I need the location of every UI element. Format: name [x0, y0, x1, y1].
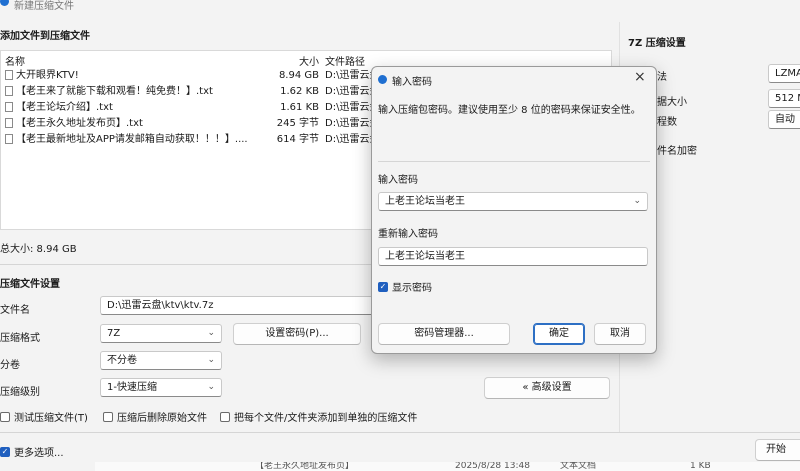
delete-source-checkbox[interactable] — [103, 412, 113, 422]
file-name: 【老王最新地址及APP请发邮箱自动获取！！！】.... — [16, 134, 248, 145]
reenter-password-input[interactable]: 上老王论坛当老王 — [378, 247, 648, 266]
method-select[interactable]: LZMA — [768, 64, 800, 83]
separate-archives-label: 把每个文件/文件夹添加到单独的压缩文件 — [234, 413, 418, 424]
advanced-settings-button[interactable]: « 高级设置 — [484, 377, 610, 399]
password-dialog: 输入密码 × 输入压缩包密码。建议使用至少 8 位的密码来保证安全性。 输入密码… — [371, 66, 657, 354]
method-label: 法 — [657, 72, 667, 83]
bg-file-type: 文本文档 — [560, 462, 597, 471]
format-select[interactable]: 7Z ⌄ — [100, 324, 222, 343]
column-header-path[interactable]: 文件路径 — [325, 53, 365, 68]
test-archive-label: 测试压缩文件(T) — [14, 413, 88, 424]
chevron-down-icon: ⌄ — [207, 355, 215, 365]
chevron-down-icon[interactable]: ⌄ — [633, 193, 641, 210]
split-select[interactable]: 不分卷 ⌄ — [100, 351, 222, 370]
password-label: 输入密码 — [378, 175, 418, 186]
encrypt-names-label: 件名加密 — [657, 146, 697, 157]
column-header-name[interactable]: 名称 — [5, 53, 25, 68]
separate-archives-checkbox[interactable] — [220, 412, 230, 422]
dictionary-label: 据大小 — [657, 97, 687, 108]
dictionary-select[interactable]: 512 M — [768, 89, 800, 108]
file-icon — [5, 118, 13, 128]
show-password-option[interactable]: ✓ 显示密码 — [378, 279, 432, 294]
delete-source-label: 压缩后删除原始文件 — [117, 413, 207, 424]
file-size: 8.94 GB — [278, 70, 319, 81]
dialog-description: 输入压缩包密码。建议使用至少 8 位的密码来保证安全性。 — [378, 105, 641, 116]
format-label: 压缩格式 — [0, 333, 40, 344]
split-label: 分卷 — [0, 360, 20, 371]
compress-settings-heading: 压缩文件设置 — [0, 279, 60, 290]
split-value: 不分卷 — [107, 355, 137, 366]
set-password-button[interactable]: 设置密码(P)... — [233, 323, 361, 345]
total-size: 总大小: 8.94 GB — [0, 244, 77, 255]
window-titlebar: 新建压缩文件 — [0, 0, 800, 14]
dialog-title: 输入密码 — [392, 77, 432, 88]
file-size: 614 字节 — [276, 134, 319, 145]
file-icon — [5, 134, 13, 144]
chevron-down-icon: ⌄ — [207, 382, 215, 392]
ok-button[interactable]: 确定 — [533, 323, 585, 345]
bg-file-size: 1 KB — [690, 462, 711, 471]
threads-label: 程数 — [657, 117, 677, 128]
file-size: 1.61 KB — [280, 102, 319, 113]
filename-input[interactable]: D:\迅雷云盘\ktv\ktv.7z — [100, 296, 380, 315]
show-password-checkbox[interactable]: ✓ — [378, 282, 388, 292]
file-name: 【老王论坛介绍】.txt — [16, 102, 113, 113]
files-heading: 添加文件到压缩文件 — [0, 31, 90, 42]
close-icon[interactable]: × — [634, 69, 646, 85]
format-value: 7Z — [107, 328, 121, 339]
more-options-label: 更多选项... — [14, 448, 64, 459]
level-value: 1-快速压缩 — [107, 382, 157, 393]
window-title: 新建压缩文件 — [14, 1, 74, 12]
separate-archives-option[interactable]: 把每个文件/文件夹添加到单独的压缩文件 — [220, 409, 417, 424]
test-archive-option[interactable]: 测试压缩文件(T) — [0, 409, 88, 424]
test-archive-checkbox[interactable] — [0, 412, 10, 422]
filename-label: 文件名 — [0, 305, 30, 316]
dialog-app-icon — [378, 75, 387, 84]
bg-file-name: 【老王永久地址发布页】 — [255, 462, 355, 471]
threads-select[interactable]: 自动 — [768, 110, 800, 129]
password-input[interactable]: 上老王论坛当老王 ⌄ — [378, 192, 648, 211]
app-icon — [0, 0, 9, 6]
password-value: 上老王论坛当老王 — [385, 196, 465, 207]
bg-file-date: 2025/8/28 13:48 — [455, 462, 530, 471]
file-size: 1.62 KB — [280, 86, 319, 97]
file-name: 大开眼界KTV! — [16, 70, 79, 81]
more-options-checkbox[interactable]: ✓ — [0, 447, 10, 457]
dialog-divider — [378, 161, 650, 162]
column-header-size[interactable]: 大小 — [291, 53, 319, 68]
file-size: 245 字节 — [276, 118, 319, 129]
reenter-password-label: 重新输入密码 — [378, 229, 438, 240]
start-button[interactable]: 开始 — [755, 439, 800, 461]
delete-source-option[interactable]: 压缩后删除原始文件 — [103, 409, 207, 424]
background-file-row: 【老王永久地址发布页】 2025/8/28 13:48 文本文档 1 KB — [95, 462, 800, 471]
file-icon — [5, 86, 13, 96]
level-select[interactable]: 1-快速压缩 ⌄ — [100, 378, 222, 397]
file-name: 【老王永久地址发布页】.txt — [16, 118, 143, 129]
file-icon — [5, 70, 13, 80]
file-name: 【老王来了就能下载和观看！纯免费！】.txt — [16, 86, 213, 97]
chevron-down-icon: ⌄ — [207, 328, 215, 338]
more-options-toggle[interactable]: ✓ 更多选项... — [0, 444, 64, 459]
file-icon — [5, 102, 13, 112]
show-password-label: 显示密码 — [392, 283, 432, 294]
level-label: 压缩级别 — [0, 387, 40, 398]
cancel-button[interactable]: 取消 — [594, 323, 646, 345]
password-manager-button[interactable]: 密码管理器... — [378, 323, 510, 345]
footer-divider — [0, 432, 800, 433]
sevenz-heading: 7Z 压缩设置 — [628, 38, 686, 49]
